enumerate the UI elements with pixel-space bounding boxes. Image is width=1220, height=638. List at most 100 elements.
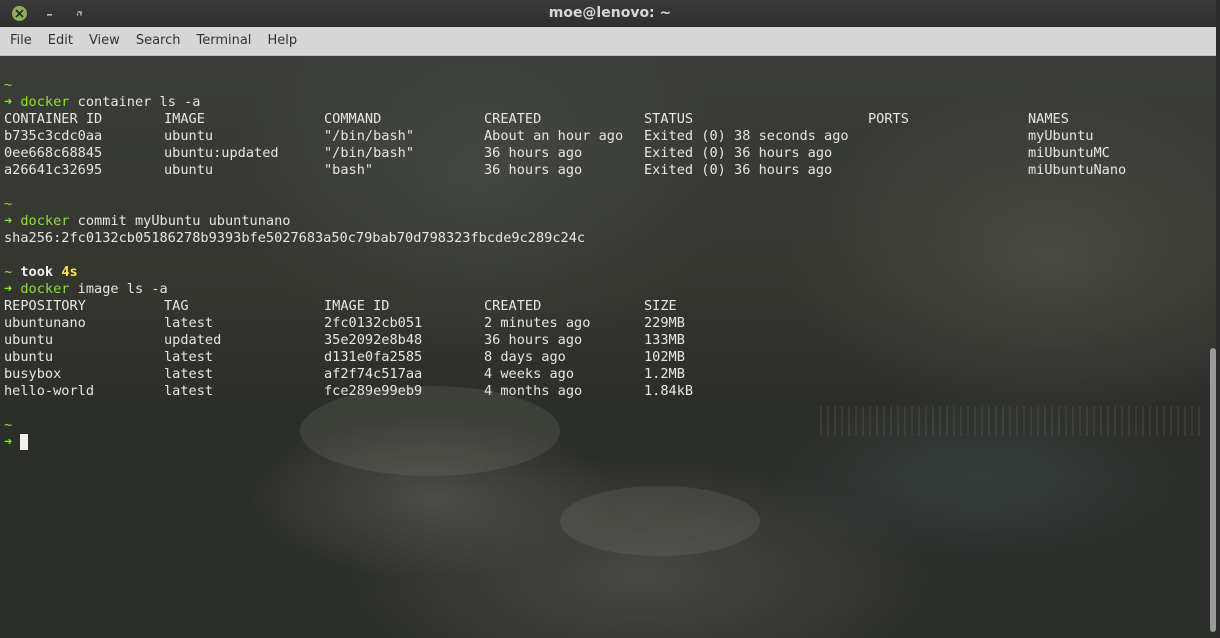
command-line: ➜ docker commit myUbuntu ubuntunano (4, 213, 585, 230)
table-row: hello-world latest fce289e99eb9 4 months… (4, 383, 693, 400)
header-cell: IMAGE ID (324, 298, 390, 314)
table-row: ubuntu latest d131e0fa2585 8 days ago 10… (4, 349, 685, 366)
table-cell: 4 weeks ago (484, 366, 575, 382)
table-cell: d131e0fa2585 (324, 349, 423, 365)
table-header-row: REPOSITORY TAG IMAGE ID CREATED SIZE (4, 298, 677, 315)
prompt-tilde: ~ (4, 196, 13, 212)
table-cell: ubuntu:updated (164, 145, 279, 161)
window-border (1216, 0, 1220, 638)
background-rock (560, 486, 760, 556)
header-cell: NAMES (1028, 111, 1069, 127)
header-cell: REPOSITORY (4, 298, 86, 314)
table-cell: ubuntu (164, 162, 214, 178)
menu-terminal[interactable]: Terminal (188, 27, 259, 55)
background-lake-reflection (820, 406, 1200, 436)
menu-search[interactable]: Search (128, 27, 189, 55)
prompt-arrow-icon: ➜ (4, 281, 13, 297)
command-args: container ls -a (77, 94, 201, 110)
table-row: b735c3cdc0aa ubuntu "/bin/bash" About an… (4, 128, 1093, 145)
table-row: ubuntunano latest 2fc0132cb051 2 minutes… (4, 315, 685, 332)
prompt-tilde: ~ (4, 264, 13, 280)
prompt-tilde: ~ (4, 77, 13, 93)
table-cell: "/bin/bash" (324, 128, 415, 144)
table-cell: 0ee668c68845 (4, 145, 103, 161)
table-cell: ubuntu (4, 332, 54, 348)
table-row: busybox latest af2f74c517aa 4 weeks ago … (4, 366, 685, 383)
terminal-output[interactable]: ~ ➜ docker container ls -a CONTAINER ID … (0, 56, 1216, 638)
table-cell: 102MB (644, 349, 685, 365)
header-cell: STATUS (644, 111, 694, 127)
header-cell: COMMAND (324, 111, 382, 127)
scrollbar[interactable] (1209, 56, 1216, 638)
command-args: image ls -a (77, 281, 168, 297)
terminal-window: moe@lenovo: ~ File Edit View Search Term… (0, 0, 1220, 638)
header-cell: IMAGE (164, 111, 205, 127)
table-cell: latest (164, 366, 214, 382)
took-value: 4s (61, 264, 78, 280)
prompt-tilde: ~ (4, 417, 13, 433)
terminal-line: ~ (4, 77, 585, 94)
table-cell: About an hour ago (484, 128, 624, 144)
table-cell: 4 months ago (484, 383, 583, 399)
terminal-line: ~ (4, 196, 585, 213)
prompt-arrow-icon: ➜ (4, 94, 13, 110)
table-cell: myUbuntu (1028, 128, 1094, 144)
table-cell: latest (164, 349, 214, 365)
table-cell: 1.2MB (644, 366, 685, 382)
menu-help[interactable]: Help (259, 27, 305, 55)
table-row: 0ee668c68845 ubuntu:updated "/bin/bash" … (4, 145, 1110, 162)
table-row: ubuntu updated 35e2092e8b48 36 hours ago… (4, 332, 685, 349)
table-cell: miUbuntuMC (1028, 145, 1110, 161)
command-args: commit myUbuntu ubuntunano (77, 213, 291, 229)
command-line: ➜ docker container ls -a (4, 94, 585, 111)
took-label: took (20, 264, 54, 280)
command-program: docker (20, 213, 70, 229)
table-cell: 36 hours ago (484, 332, 583, 348)
table-cell: miUbuntuNano (1028, 162, 1127, 178)
table-cell: 2fc0132cb051 (324, 315, 423, 331)
table-header-row: CONTAINER ID IMAGE COMMAND CREATED STATU… (4, 111, 1069, 128)
table-cell: latest (164, 383, 214, 399)
table-cell: Exited (0) 38 seconds ago (644, 128, 849, 144)
table-cell: hello-world (4, 383, 95, 399)
table-cell: 229MB (644, 315, 685, 331)
table-cell: Exited (0) 36 hours ago (644, 162, 833, 178)
table-cell: busybox (4, 366, 62, 382)
table-cell: 2 minutes ago (484, 315, 591, 331)
table-cell: "bash" (324, 162, 374, 178)
header-cell: CREATED (484, 111, 542, 127)
command-line: ➜ docker image ls -a (4, 281, 585, 298)
table-cell: 8 days ago (484, 349, 566, 365)
table-cell: ubuntunano (4, 315, 86, 331)
command-program: docker (20, 281, 70, 297)
terminal-line: ~ (4, 417, 585, 434)
commit-output: sha256:2fc0132cb05186278b9393bfe5027683a… (4, 230, 586, 246)
prompt-arrow-icon: ➜ (4, 213, 13, 229)
menu-view[interactable]: View (81, 27, 128, 55)
command-program: docker (20, 94, 70, 110)
header-cell: CREATED (484, 298, 542, 314)
header-cell: SIZE (644, 298, 677, 314)
table-cell: updated (164, 332, 222, 348)
menu-edit[interactable]: Edit (40, 27, 81, 55)
terminal-line: ~ took 4s (4, 264, 585, 281)
active-prompt-line[interactable]: ➜ (4, 434, 585, 451)
table-cell: 36 hours ago (484, 145, 583, 161)
table-cell: af2f74c517aa (324, 366, 423, 382)
header-cell: TAG (164, 298, 189, 314)
table-row: a26641c32695 ubuntu "bash" 36 hours ago … (4, 162, 1126, 179)
header-cell: CONTAINER ID (4, 111, 103, 127)
table-cell: latest (164, 315, 214, 331)
table-cell: b735c3cdc0aa (4, 128, 103, 144)
prompt-arrow-icon: ➜ (4, 434, 13, 450)
table-cell: Exited (0) 36 hours ago (644, 145, 833, 161)
table-cell: 36 hours ago (484, 162, 583, 178)
title-bar[interactable]: moe@lenovo: ~ (0, 0, 1220, 27)
table-cell: ubuntu (4, 349, 54, 365)
menu-file[interactable]: File (0, 27, 40, 55)
menu-bar: File Edit View Search Terminal Help (0, 27, 1216, 56)
window-title: moe@lenovo: ~ (548, 5, 672, 21)
table-cell: 133MB (644, 332, 685, 348)
